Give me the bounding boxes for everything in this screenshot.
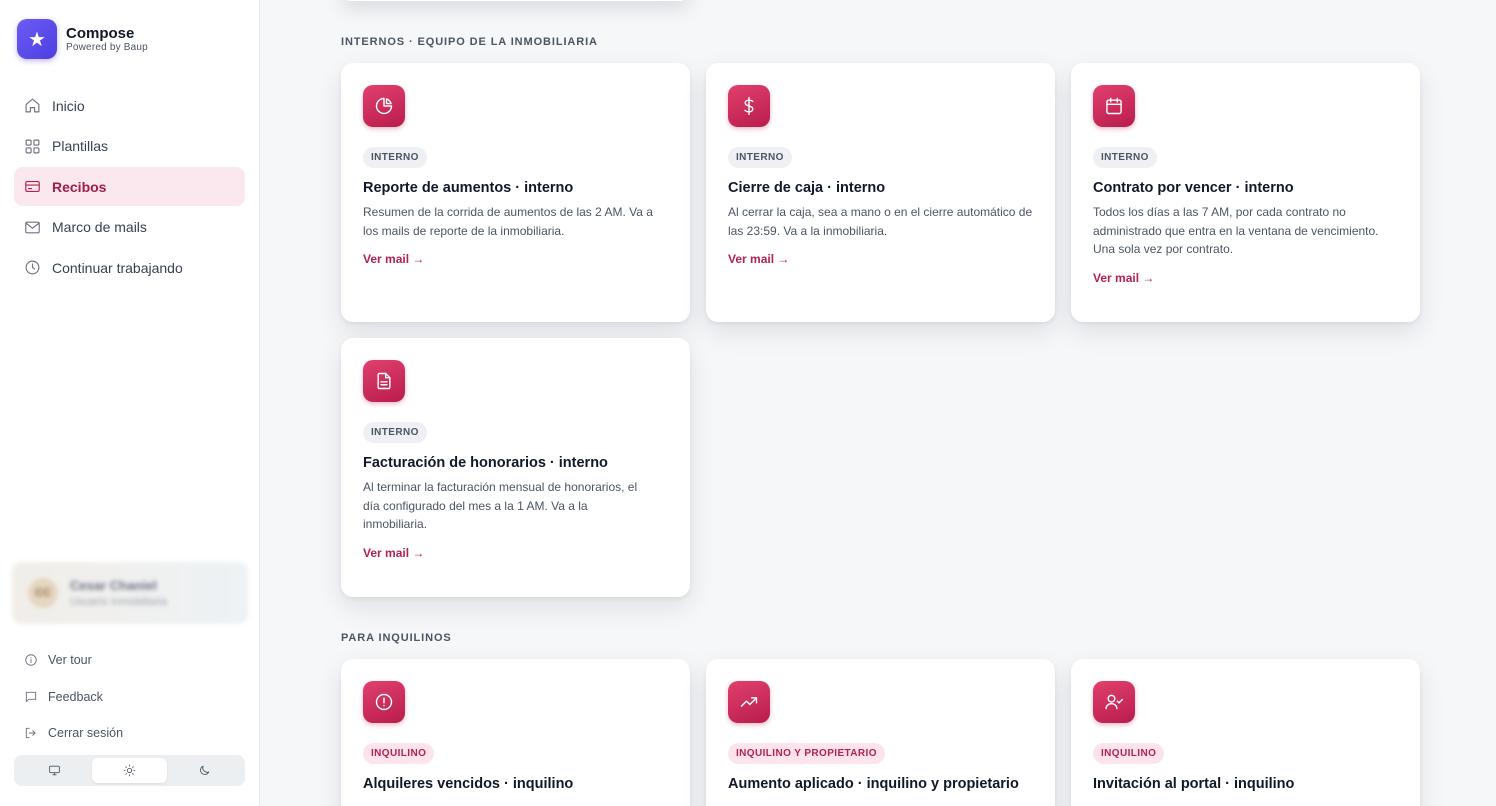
sidebar-item-marco-de-mails[interactable]: Marco de mails xyxy=(14,208,245,247)
feedback-label: Feedback xyxy=(48,689,103,704)
sidebar-item-label: Plantillas xyxy=(52,138,109,154)
user-check-icon xyxy=(1093,681,1135,723)
main-content: INTERNOS · EQUIPO DE LA INMOBILIARIA INT… xyxy=(260,0,1496,806)
card-description: Al cerrar la caja, sea a mano o en el ci… xyxy=(728,205,1033,238)
sidebar-item-inicio[interactable]: Inicio xyxy=(14,86,245,125)
audience-badge: INTERNO xyxy=(363,422,427,443)
home-icon xyxy=(25,98,40,113)
theme-light-button[interactable] xyxy=(92,758,167,783)
clock-icon xyxy=(25,260,40,275)
logout-icon xyxy=(25,728,36,739)
sidebar-item-label: Inicio xyxy=(52,97,85,114)
template-card[interactable]: INTERNO Facturación de honorarios · inte… xyxy=(341,338,690,597)
feedback-link[interactable]: Feedback xyxy=(24,679,123,716)
sidebar-item-continuar-trabajando[interactable]: Continuar trabajando xyxy=(14,248,245,287)
card-title: Cierre de caja · interno xyxy=(728,180,886,196)
card-title: Aumento aplicado · inquilino y propietar… xyxy=(728,776,1019,792)
brand-name: Compose xyxy=(66,24,135,42)
audience-badge: INQUILINO Y PROPIETARIO xyxy=(728,743,885,764)
card-title: Contrato por vencer · interno xyxy=(1093,180,1294,196)
template-card[interactable]: INQUILINO Alquileres vencidos · inquilin… xyxy=(341,659,690,806)
card-description: Resumen de la corrida de aumentos de las… xyxy=(363,205,653,238)
sidebar: ★ Compose Powered by Baup Inicio Plantil… xyxy=(0,0,260,806)
view-mail-link[interactable]: Ver mail → xyxy=(363,252,424,266)
logout-label: Cerrar sesión xyxy=(48,726,124,741)
mail-icon xyxy=(25,221,40,233)
view-mail-link[interactable]: Ver mail → xyxy=(1093,271,1154,285)
template-card[interactable]: INQUILINO Invitación al portal · inquili… xyxy=(1071,659,1420,806)
card-title: Reporte de aumentos · interno xyxy=(363,180,574,196)
message-icon xyxy=(25,691,37,702)
audience-badge: INTERNO xyxy=(1093,147,1157,168)
sidebar-item-recibos[interactable]: Recibos xyxy=(14,167,245,206)
main-nav: Inicio Plantillas Recibos Marco de mails… xyxy=(14,86,245,289)
sidebar-item-label: Marco de mails xyxy=(52,219,147,235)
sidebar-item-label: Recibos xyxy=(52,178,107,195)
tour-label: Ver tour xyxy=(48,653,92,668)
template-card[interactable]: INQUILINO Y PROPIETARIO Aumento aplicado… xyxy=(706,659,1055,806)
monitor-icon xyxy=(49,765,60,776)
sidebar-item-plantillas[interactable]: Plantillas xyxy=(14,127,245,166)
document-icon xyxy=(363,360,405,402)
calendar-icon xyxy=(1093,85,1135,127)
audience-badge: INQUILINO xyxy=(363,743,435,764)
view-mail-link[interactable]: Ver mail → xyxy=(363,546,424,560)
section-title-internal: INTERNOS · EQUIPO DE LA INMOBILIARIA xyxy=(341,36,598,48)
template-card[interactable]: INTERNO Cierre de caja · interno Al cerr… xyxy=(706,63,1055,322)
card-title: Facturación de honorarios · interno xyxy=(363,455,608,471)
audience-badge: INTERNO xyxy=(363,147,427,168)
pie-chart-icon xyxy=(363,85,405,127)
star-icon: ★ xyxy=(17,19,57,59)
sidebar-item-label: Continuar trabajando xyxy=(52,259,183,276)
avatar: CC xyxy=(28,578,58,608)
user-role: Usuario Inmobiliaria xyxy=(70,596,168,608)
previous-card xyxy=(341,0,690,1)
user-card[interactable]: CC Cesar Chaniel Usuario Inmobiliaria xyxy=(12,562,248,624)
template-card[interactable]: INTERNO Contrato por vencer · interno To… xyxy=(1071,63,1420,322)
sidebar-footer: Ver tour Feedback Cerrar sesión xyxy=(24,642,123,752)
card-description: Al terminar la facturación mensual de ho… xyxy=(363,480,638,532)
view-mail-link[interactable]: Ver mail → xyxy=(728,252,789,266)
sun-icon xyxy=(123,764,136,777)
alert-circle-icon xyxy=(363,681,405,723)
moon-icon xyxy=(200,765,210,775)
card-title: Invitación al portal · inquilino xyxy=(1093,776,1295,792)
brand[interactable]: ★ Compose Powered by Baup xyxy=(17,19,148,59)
card-title: Alquileres vencidos · inquilino xyxy=(363,776,574,792)
audience-badge: INTERNO xyxy=(728,147,792,168)
theme-system-button[interactable] xyxy=(17,758,92,783)
grid-icon xyxy=(25,139,40,153)
card-description: Todos los días a las 7 AM, por cada cont… xyxy=(1093,205,1379,257)
trending-up-icon xyxy=(728,681,770,723)
info-circle-icon xyxy=(25,654,37,666)
receipt-icon xyxy=(25,180,40,193)
dollar-icon xyxy=(728,85,770,127)
theme-toggle xyxy=(14,755,245,786)
section-title-tenants: PARA INQUILINOS xyxy=(341,632,452,644)
brand-subtitle: Powered by Baup xyxy=(66,41,148,53)
user-name: Cesar Chaniel xyxy=(70,578,157,593)
theme-dark-button[interactable] xyxy=(167,758,242,783)
tour-link[interactable]: Ver tour xyxy=(24,642,123,679)
template-card[interactable]: INTERNO Reporte de aumentos · interno Re… xyxy=(341,63,690,322)
audience-badge: INQUILINO xyxy=(1093,743,1165,764)
logout-link[interactable]: Cerrar sesión xyxy=(24,715,123,752)
